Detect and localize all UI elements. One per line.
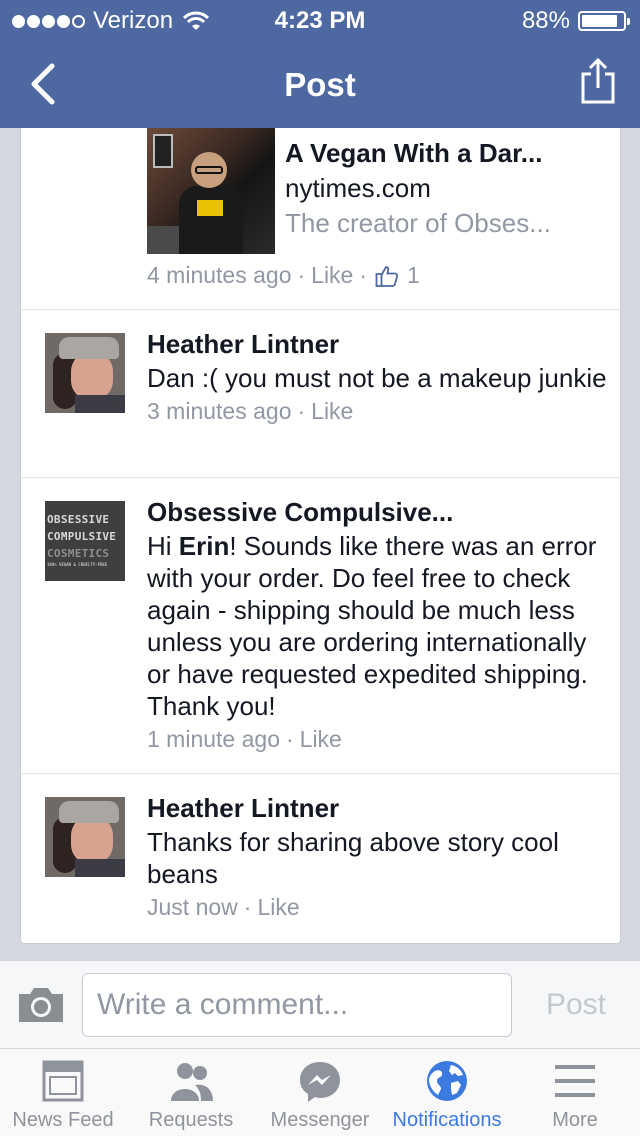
globe-icon [427,1061,467,1101]
post-comment-button[interactable]: Post [528,983,624,1027]
nav-bar: Post [0,40,640,128]
avatar[interactable] [45,797,125,877]
link-text: A Vegan With a Dar... nytimes.com The cr… [285,138,615,239]
status-bar: Verizon 4:23 PM 88% [0,0,640,40]
post-like-link[interactable]: Like [311,262,353,289]
comment-body: Heather Lintner Dan :( you must not be a… [147,329,607,425]
comment-timestamp: Just now [147,894,238,920]
like-count: 1 [407,262,420,288]
page-title: Post [284,66,356,103]
comment-timestamp: 1 minute ago [147,726,280,752]
messenger-icon [300,1062,340,1102]
tab-more[interactable]: More [510,1049,640,1136]
comment-like-link[interactable]: Like [311,398,353,425]
tab-label: Requests [148,1109,234,1131]
comment-text: Hi Erin! Sounds like there was an error … [147,531,597,721]
mention[interactable]: Erin [179,531,230,561]
link-description: The creator of Obses... [285,208,551,238]
battery-icon [578,11,630,31]
comment-item: OBSESSIVE COMPULSIVE COSMETICS 100% VEGA… [21,477,621,773]
camera-icon[interactable] [16,985,66,1025]
post-timestamp: 4 minutes ago [147,262,292,288]
comment-meta: Just now · Like [147,894,300,921]
comment-input[interactable] [82,973,512,1037]
tab-label: More [552,1109,598,1131]
comment-like-link[interactable]: Like [300,726,342,753]
share-icon[interactable] [580,56,616,106]
comment-composer: Post [0,960,640,1048]
battery-percent: 88% [521,7,570,34]
link-thumbnail [147,128,275,254]
comment-meta: 1 minute ago · Like [147,726,342,753]
link-preview[interactable]: A Vegan With a Dar... nytimes.com The cr… [147,128,617,254]
link-domain: nytimes.com [285,173,431,203]
comment-author[interactable]: Heather Lintner [147,793,607,824]
tab-messenger[interactable]: Messenger [256,1049,384,1136]
comment-body: Heather Lintner Thanks for sharing above… [147,793,607,921]
friend-requests-icon [171,1063,213,1101]
tab-label: Notifications [392,1109,502,1131]
thumbs-up-icon [375,265,399,287]
comment-body: Obsessive Compulsive... Hi Erin! Sounds … [147,497,607,753]
comment-meta: 3 minutes ago · Like [147,398,354,425]
comment-item: Heather Lintner Dan :( you must not be a… [21,309,621,477]
brand-avatar[interactable]: OBSESSIVE COMPULSIVE COSMETICS 100% VEGA… [45,501,125,581]
post-card: A Vegan With a Dar... nytimes.com The cr… [20,128,621,944]
comment-item: Heather Lintner Thanks for sharing above… [21,773,621,943]
menu-icon [555,1065,595,1097]
comment-author[interactable]: Obsessive Compulsive... [147,497,607,528]
tab-label: Messenger [270,1109,370,1131]
comment-text: Dan :( you must not be a makeup junkie [147,363,607,393]
comment-like-link[interactable]: Like [257,894,299,921]
tab-label: News Feed [12,1109,114,1131]
news-feed-icon [42,1060,84,1102]
tab-notifications[interactable]: Notifications [384,1049,510,1136]
header: Verizon 4:23 PM 88% Post [0,0,640,128]
comment-author[interactable]: Heather Lintner [147,329,607,360]
post-meta: 4 minutes ago · Like · 1 [147,262,420,289]
tab-requests[interactable]: Requests [126,1049,256,1136]
avatar[interactable] [45,333,125,413]
comment-text: Thanks for sharing above story cool bean… [147,827,559,889]
tab-bar: News Feed Requests Messenger Notificatio… [0,1048,640,1136]
comment-timestamp: 3 minutes ago [147,398,292,424]
link-title: A Vegan With a Dar... [285,138,543,168]
tab-news-feed[interactable]: News Feed [0,1049,126,1136]
